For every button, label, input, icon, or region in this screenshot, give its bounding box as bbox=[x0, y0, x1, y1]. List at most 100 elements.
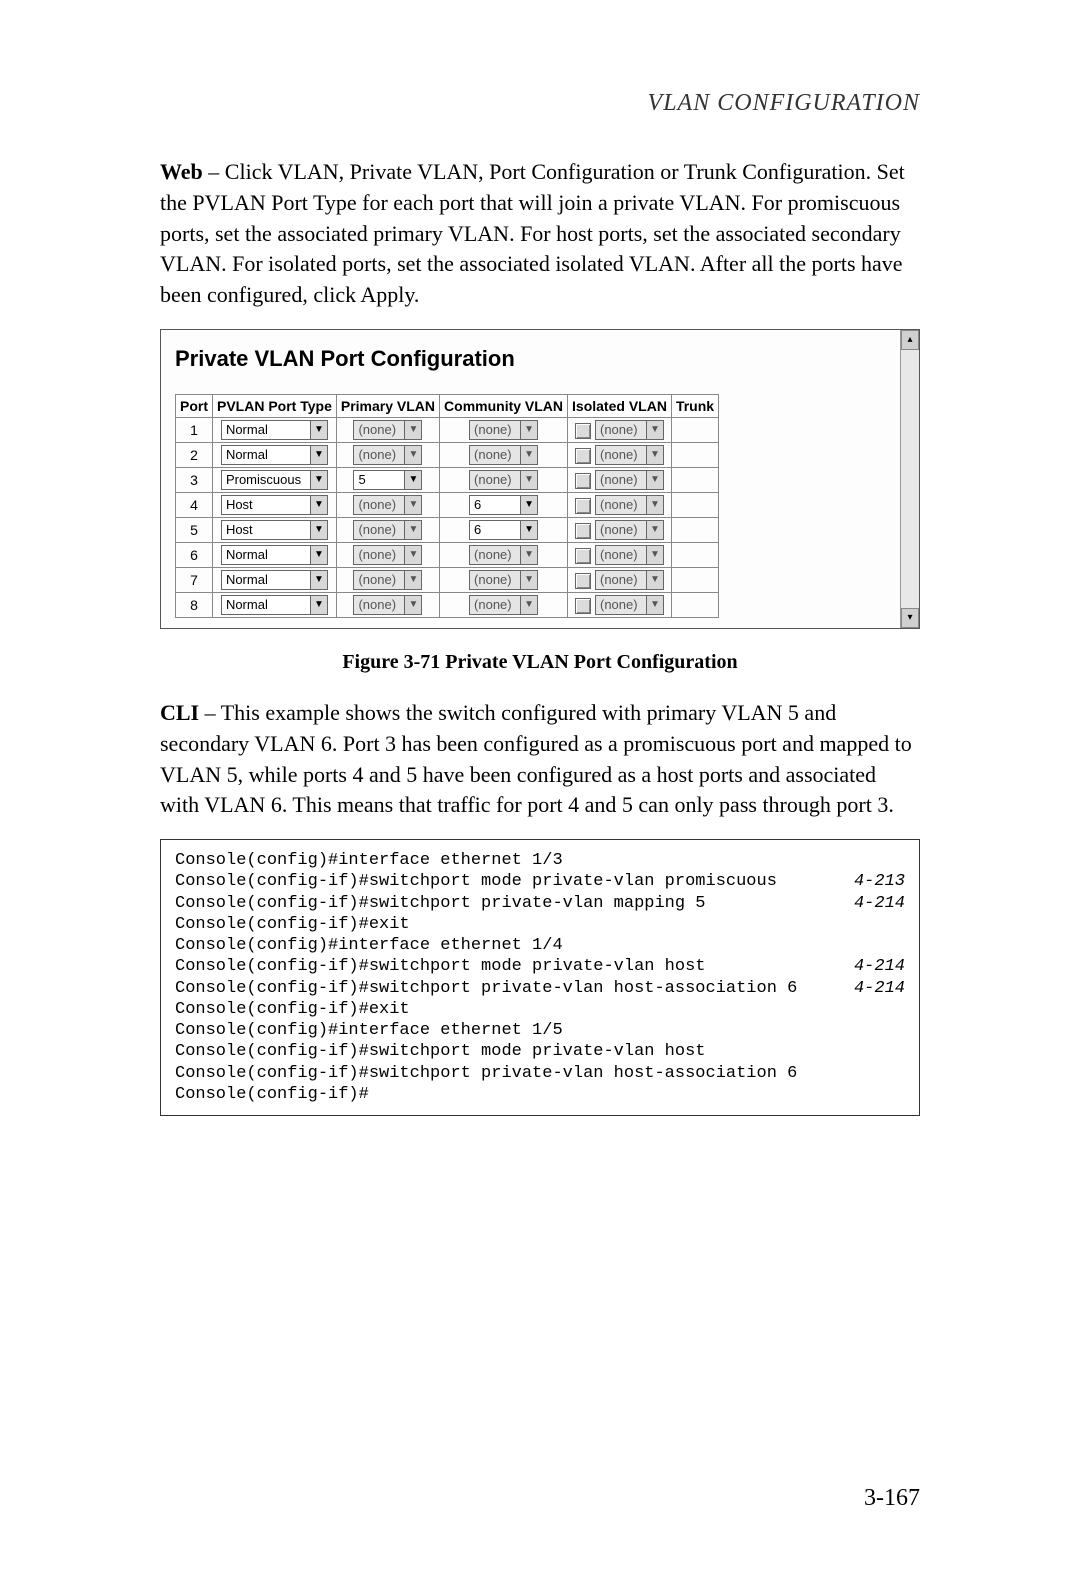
cell-trunk bbox=[671, 567, 718, 592]
col-primary: Primary VLAN bbox=[336, 394, 439, 417]
dropdown[interactable]: 6▼ bbox=[469, 495, 538, 515]
dropdown[interactable]: Normal▼ bbox=[221, 445, 328, 465]
cli-command: Console(config-if)#exit bbox=[175, 999, 410, 1020]
cell-community: (none)▼ bbox=[440, 567, 568, 592]
dropdown-value: (none) bbox=[596, 422, 646, 437]
scroll-down-icon[interactable]: ▾ bbox=[901, 608, 919, 628]
cell-type: Normal▼ bbox=[213, 592, 337, 617]
cell-community: 6▼ bbox=[440, 517, 568, 542]
dropdown[interactable]: Host▼ bbox=[221, 495, 328, 515]
web-lead: Web bbox=[160, 159, 203, 184]
dropdown[interactable]: Normal▼ bbox=[221, 595, 328, 615]
isolated-checkbox[interactable] bbox=[575, 473, 591, 489]
cli-command: Console(config)#interface ethernet 1/3 bbox=[175, 850, 563, 871]
dropdown-value: (none) bbox=[354, 597, 404, 612]
cell-isolated: (none)▼ bbox=[568, 467, 672, 492]
cli-command: Console(config-if)#switchport mode priva… bbox=[175, 956, 706, 977]
chevron-down-icon: ▼ bbox=[646, 571, 663, 589]
table-row: 5Host▼(none)▼6▼(none)▼ bbox=[176, 517, 719, 542]
dropdown[interactable]: 6▼ bbox=[469, 520, 538, 540]
col-trunk: Trunk bbox=[671, 394, 718, 417]
dropdown-value: (none) bbox=[354, 422, 404, 437]
dropdown[interactable]: Promiscuous▼ bbox=[221, 470, 328, 490]
cell-type: Normal▼ bbox=[213, 417, 337, 442]
dropdown: (none)▼ bbox=[353, 545, 422, 565]
dropdown-value: (none) bbox=[470, 422, 520, 437]
chevron-down-icon[interactable]: ▼ bbox=[310, 546, 327, 564]
dropdown-value: (none) bbox=[470, 447, 520, 462]
isolated-checkbox[interactable] bbox=[575, 423, 591, 439]
cell-community: (none)▼ bbox=[440, 467, 568, 492]
cli-code-block: Console(config)#interface ethernet 1/3 Co… bbox=[160, 839, 920, 1116]
dropdown-value: (none) bbox=[596, 447, 646, 462]
dropdown[interactable]: Normal▼ bbox=[221, 545, 328, 565]
dropdown: (none)▼ bbox=[353, 420, 422, 440]
figure-title: Private VLAN Port Configuration bbox=[175, 346, 905, 372]
dropdown-value: Normal bbox=[222, 447, 310, 462]
isolated-checkbox[interactable] bbox=[575, 523, 591, 539]
chevron-down-icon: ▼ bbox=[404, 546, 421, 564]
dropdown: (none)▼ bbox=[595, 520, 664, 540]
chevron-down-icon: ▼ bbox=[646, 496, 663, 514]
chevron-down-icon[interactable]: ▼ bbox=[310, 446, 327, 464]
cli-lead: CLI bbox=[160, 700, 199, 725]
cli-line: Console(config)#interface ethernet 1/5 bbox=[175, 1020, 905, 1041]
chevron-down-icon[interactable]: ▼ bbox=[520, 521, 537, 539]
chevron-down-icon[interactable]: ▼ bbox=[520, 496, 537, 514]
cell-primary: (none)▼ bbox=[336, 592, 439, 617]
chevron-down-icon[interactable]: ▼ bbox=[310, 521, 327, 539]
chevron-down-icon: ▼ bbox=[520, 471, 537, 489]
dropdown[interactable]: Normal▼ bbox=[221, 420, 328, 440]
cli-command: Console(config-if)#switchport private-vl… bbox=[175, 893, 706, 914]
cell-isolated: (none)▼ bbox=[568, 592, 672, 617]
scroll-up-icon[interactable]: ▴ bbox=[901, 330, 919, 350]
chevron-down-icon: ▼ bbox=[404, 446, 421, 464]
chevron-down-icon[interactable]: ▼ bbox=[310, 496, 327, 514]
cell-isolated: (none)▼ bbox=[568, 567, 672, 592]
dropdown-value: (none) bbox=[354, 572, 404, 587]
isolated-checkbox[interactable] bbox=[575, 548, 591, 564]
cli-command: Console(config-if)#exit bbox=[175, 914, 410, 935]
dropdown-value: Host bbox=[222, 522, 310, 537]
cell-isolated: (none)▼ bbox=[568, 492, 672, 517]
chevron-down-icon[interactable]: ▼ bbox=[310, 571, 327, 589]
figure-screenshot: Private VLAN Port Configuration Port PVL… bbox=[160, 329, 920, 629]
isolated-checkbox[interactable] bbox=[575, 498, 591, 514]
isolated-checkbox[interactable] bbox=[575, 573, 591, 589]
chevron-down-icon[interactable]: ▼ bbox=[310, 421, 327, 439]
isolated-checkbox[interactable] bbox=[575, 598, 591, 614]
cli-line: Console(config)#interface ethernet 1/4 bbox=[175, 935, 905, 956]
chevron-down-icon: ▼ bbox=[646, 446, 663, 464]
dropdown-value: 6 bbox=[470, 522, 520, 537]
cell-port: 2 bbox=[176, 442, 213, 467]
chevron-down-icon[interactable]: ▼ bbox=[310, 596, 327, 614]
chevron-down-icon: ▼ bbox=[520, 596, 537, 614]
cli-line: Console(config)#interface ethernet 1/3 bbox=[175, 850, 905, 871]
cell-primary: (none)▼ bbox=[336, 417, 439, 442]
cell-port: 7 bbox=[176, 567, 213, 592]
dropdown-value: (none) bbox=[596, 597, 646, 612]
chevron-down-icon[interactable]: ▼ bbox=[404, 471, 421, 489]
chevron-down-icon: ▼ bbox=[404, 571, 421, 589]
dropdown[interactable]: 5▼ bbox=[353, 470, 422, 490]
dropdown: (none)▼ bbox=[469, 420, 538, 440]
cell-type: Normal▼ bbox=[213, 542, 337, 567]
dropdown: (none)▼ bbox=[595, 420, 664, 440]
figure-scrollbar[interactable]: ▴ ▾ bbox=[900, 330, 919, 628]
dropdown: (none)▼ bbox=[595, 595, 664, 615]
dropdown-value: (none) bbox=[470, 572, 520, 587]
chevron-down-icon: ▼ bbox=[404, 521, 421, 539]
chevron-down-icon: ▼ bbox=[404, 596, 421, 614]
dropdown: (none)▼ bbox=[353, 570, 422, 590]
web-paragraph: Web – Click VLAN, Private VLAN, Port Con… bbox=[160, 157, 920, 311]
cell-isolated: (none)▼ bbox=[568, 417, 672, 442]
dropdown[interactable]: Host▼ bbox=[221, 520, 328, 540]
cli-command: Console(config)#interface ethernet 1/4 bbox=[175, 935, 563, 956]
isolated-checkbox[interactable] bbox=[575, 448, 591, 464]
dropdown[interactable]: Normal▼ bbox=[221, 570, 328, 590]
figure-caption: Figure 3-71 Private VLAN Port Configurat… bbox=[160, 651, 920, 674]
chevron-down-icon[interactable]: ▼ bbox=[310, 471, 327, 489]
chevron-down-icon: ▼ bbox=[404, 496, 421, 514]
web-body: – Click VLAN, Private VLAN, Port Configu… bbox=[160, 159, 905, 307]
chevron-down-icon: ▼ bbox=[404, 421, 421, 439]
